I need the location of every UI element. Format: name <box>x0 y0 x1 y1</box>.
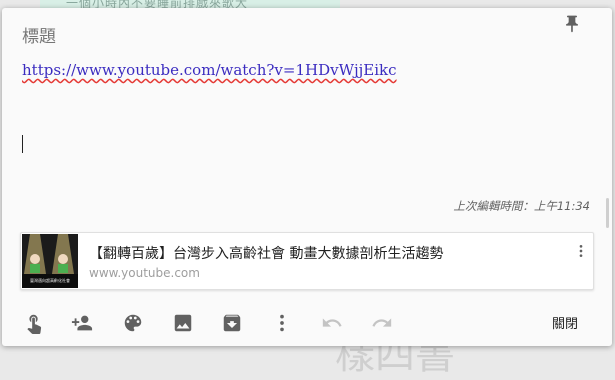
note-toolbar: 關閉 <box>2 308 612 338</box>
image-icon[interactable] <box>172 312 194 334</box>
link-preview-domain: www.youtube.com <box>89 266 200 280</box>
add-person-icon[interactable] <box>71 312 93 334</box>
note-title[interactable]: 標題 <box>22 22 56 47</box>
scrollbar-handle[interactable] <box>606 198 609 228</box>
pin-icon[interactable] <box>562 14 582 34</box>
archive-icon[interactable] <box>221 312 243 334</box>
note-body-link[interactable]: https://www.youtube.com/watch?v=1HDvWjjE… <box>22 61 397 79</box>
link-preview-title[interactable]: 【翻轉百歲】台灣步入高齡社會 動畫大數據剖析生活趨勢 <box>89 243 443 263</box>
close-button[interactable]: 關閉 <box>552 313 578 332</box>
palette-icon[interactable] <box>122 312 144 334</box>
link-preview-more-icon[interactable] <box>573 241 589 261</box>
touch-icon[interactable] <box>23 312 45 334</box>
more-vert-icon[interactable] <box>271 312 293 334</box>
undo-icon[interactable] <box>321 312 343 334</box>
video-thumbnail: 臺灣邁向超高齡化社會 <box>22 234 78 288</box>
last-edited-label: 上次編輯時間：上午11:34 <box>453 199 590 213</box>
thumbnail-caption: 臺灣邁向超高齡化社會 <box>30 278 70 283</box>
link-preview-card[interactable]: 臺灣邁向超高齡化社會 【翻轉百歲】台灣步入高齡社會 動畫大數據剖析生活趨勢 ww… <box>20 232 594 290</box>
text-cursor <box>22 135 23 153</box>
redo-icon[interactable] <box>371 312 393 334</box>
note-editor-card: 標題 https://www.youtube.com/watch?v=1HDvW… <box>2 8 612 346</box>
